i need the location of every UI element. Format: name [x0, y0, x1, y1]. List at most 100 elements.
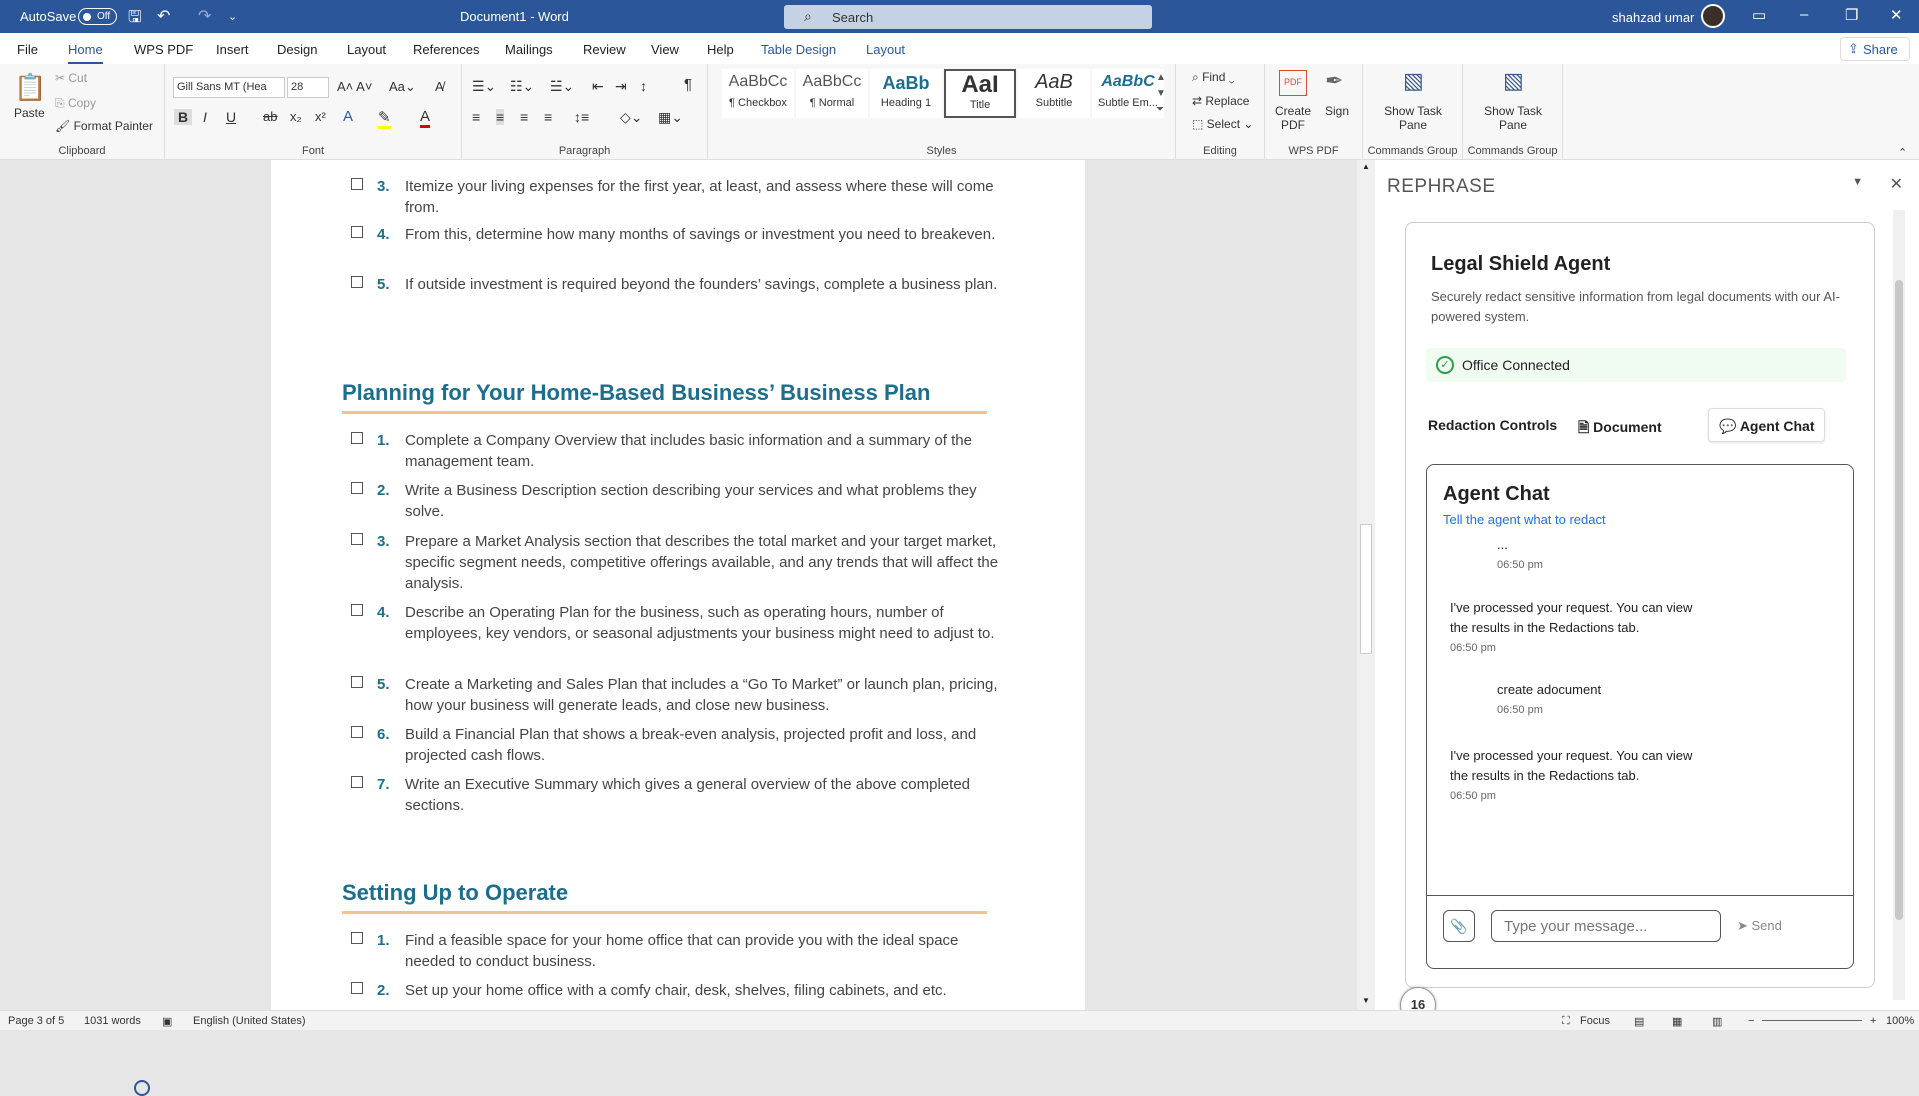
checkbox-icon[interactable] [351, 226, 363, 238]
copy-button[interactable]: ⎘ Copy [55, 96, 96, 111]
close-window-icon[interactable]: ✕ [1890, 6, 1903, 24]
checkbox-icon[interactable] [351, 432, 363, 444]
style-subtle-emphasis[interactable]: AaBbC Subtle Em... [1092, 69, 1164, 118]
send-button[interactable]: ➤ Send [1737, 918, 1782, 934]
zoom-out-icon[interactable]: − [1748, 1015, 1754, 1027]
print-layout-icon[interactable]: ▦ [1672, 1015, 1682, 1028]
checkbox-icon[interactable] [351, 276, 363, 288]
checkbox-icon[interactable] [351, 533, 363, 545]
align-right-icon[interactable]: ≡ [520, 109, 528, 125]
scrollbar-thumb[interactable] [1360, 524, 1372, 654]
align-left-icon[interactable]: ≡ [472, 109, 480, 125]
autosave-toggle[interactable]: Off [78, 8, 117, 25]
focus-mode[interactable]: Focus [1580, 1015, 1610, 1027]
minimize-icon[interactable]: – [1800, 6, 1808, 23]
show-marks-icon[interactable]: ¶ [684, 76, 692, 93]
grow-font-icon[interactable]: A˄ A˅ [337, 79, 372, 94]
tab-help[interactable]: Help [707, 42, 734, 57]
font-family-select[interactable]: Gill Sans MT (Hea [173, 77, 285, 98]
redo-icon[interactable]: ↷ [198, 6, 211, 26]
tab-review[interactable]: Review [583, 42, 626, 57]
clear-formatting-icon[interactable]: A̸ [435, 79, 444, 94]
replace-button[interactable]: ⇄ Replace [1192, 94, 1249, 108]
tab-document[interactable]: 🗎 Document [1568, 408, 1672, 442]
tab-layout[interactable]: Layout [347, 42, 386, 57]
pane-scrollbar-thumb[interactable] [1895, 280, 1903, 920]
style-checkbox[interactable]: AaBbCc ¶ Checkbox [722, 69, 794, 118]
checkbox-icon[interactable] [351, 776, 363, 788]
scroll-down-icon[interactable]: ▼ [1362, 996, 1370, 1005]
show-task-pane-button[interactable]: Show Task Pane [1383, 104, 1443, 132]
checkbox-icon[interactable] [351, 726, 363, 738]
customize-qat-icon[interactable]: ⌄ [228, 10, 237, 23]
user-name[interactable]: shahzad umar [1612, 10, 1694, 25]
save-icon[interactable]: 🖫 [128, 6, 142, 33]
tab-wps-pdf[interactable]: WPS PDF [134, 42, 193, 57]
close-icon[interactable]: ✕ [1890, 174, 1903, 194]
tab-mailings[interactable]: Mailings [505, 42, 553, 57]
checkbox-icon[interactable] [351, 178, 363, 190]
italic-icon[interactable]: I [203, 109, 207, 125]
create-pdf-button[interactable]: Create PDF [1273, 104, 1313, 132]
create-pdf-icon[interactable]: PDF [1279, 70, 1307, 96]
collapse-ribbon-icon[interactable]: ⌃ [1898, 146, 1907, 159]
pane-options-icon[interactable]: ▼ [1852, 176, 1863, 188]
page-count[interactable]: Page 3 of 5 [8, 1015, 64, 1027]
decrease-indent-icon[interactable]: ⇤ [592, 78, 604, 95]
zoom-in-icon[interactable]: + [1870, 1015, 1876, 1027]
language[interactable]: English (United States) [193, 1015, 306, 1027]
sign-icon[interactable]: ✒ [1325, 68, 1343, 94]
strikethrough-icon[interactable]: ab [263, 109, 277, 124]
task-pane-icon[interactable]: ▧ [1403, 68, 1424, 94]
checkbox-icon[interactable] [351, 676, 363, 688]
document-page[interactable]: 3. Itemize your living expenses for the f… [271, 160, 1085, 1010]
style-title[interactable]: AaI Title [944, 69, 1016, 118]
paste-icon[interactable]: 📋 [14, 72, 46, 103]
proofing-icon[interactable]: ▣ [162, 1015, 172, 1028]
tab-view[interactable]: View [651, 42, 679, 57]
tab-table-layout[interactable]: Layout [866, 42, 905, 57]
sign-button[interactable]: Sign [1325, 104, 1349, 118]
shading-icon[interactable]: ◇⌄ [620, 109, 643, 126]
justify-icon[interactable]: ≡ [544, 109, 552, 125]
bold-icon[interactable]: B [174, 109, 193, 125]
style-heading-1[interactable]: AaBb Heading 1 [870, 69, 942, 118]
format-painter-button[interactable]: 🖌 Format Painter [55, 119, 153, 133]
search-box[interactable]: ⌕ Search [784, 5, 1152, 29]
scroll-up-icon[interactable]: ▲ [1362, 162, 1370, 171]
show-task-pane-button[interactable]: Show Task Pane [1483, 104, 1543, 132]
fingerprint-icon[interactable] [134, 1080, 150, 1096]
tab-redaction-controls[interactable]: Redaction Controls [1418, 408, 1567, 442]
align-center-icon[interactable]: ≡ [496, 109, 505, 125]
tab-table-design[interactable]: Table Design [761, 42, 836, 57]
zoom-slider[interactable] [1762, 1020, 1862, 1021]
style-subtitle[interactable]: AaB Subtitle [1018, 69, 1090, 118]
focus-icon[interactable]: ⛶ [1562, 1015, 1570, 1028]
share-button[interactable]: ⇪ Share [1840, 37, 1910, 61]
ribbon-display-icon[interactable]: ▭ [1752, 6, 1766, 24]
tab-agent-chat[interactable]: 💬 Agent Chat [1708, 408, 1826, 442]
document-scrollbar[interactable]: ▲ ▼ [1357, 160, 1375, 1010]
bullets-icon[interactable]: ☰⌄ [472, 78, 496, 95]
avatar[interactable] [1701, 4, 1725, 28]
font-size-select[interactable]: 28 [287, 77, 329, 98]
tab-home[interactable]: Home [68, 42, 103, 65]
checkbox-icon[interactable] [351, 482, 363, 494]
web-layout-icon[interactable]: ▥ [1712, 1015, 1722, 1028]
styles-scroll-icon[interactable]: ▲ ▼ ⏷ [1156, 70, 1166, 118]
find-button[interactable]: ⌕ Find ⌄ [1192, 70, 1234, 85]
superscript-icon[interactable]: x² [315, 109, 326, 124]
undo-icon[interactable]: ↶ [157, 6, 170, 26]
tab-insert[interactable]: Insert [216, 42, 249, 57]
word-count[interactable]: 1031 words [84, 1015, 141, 1027]
font-color-icon[interactable]: A [420, 108, 431, 128]
text-effects-icon[interactable]: A [343, 108, 353, 125]
cut-button[interactable]: ✂ Cut [55, 71, 87, 85]
increase-indent-icon[interactable]: ⇥ [615, 78, 627, 95]
task-pane-icon[interactable]: ▧ [1503, 68, 1524, 94]
tab-references[interactable]: References [413, 42, 479, 57]
checkbox-icon[interactable] [351, 982, 363, 994]
change-case-icon[interactable]: Aa⌄ [389, 79, 416, 95]
tab-design[interactable]: Design [277, 42, 317, 57]
paste-button[interactable]: Paste [14, 106, 45, 120]
